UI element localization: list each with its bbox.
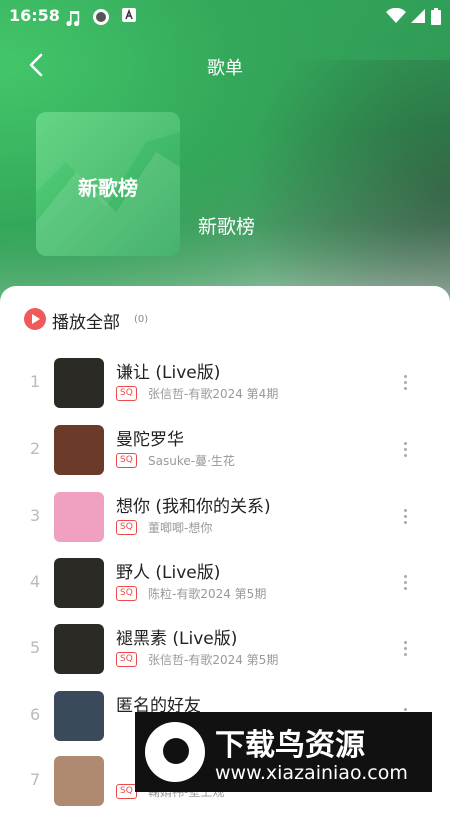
- song-thumbnail: [54, 492, 104, 542]
- cover-title: 新歌榜: [78, 176, 138, 200]
- wifi-icon: [386, 8, 406, 23]
- sq-badge: SQ: [116, 586, 137, 601]
- notification-a-icon: [122, 8, 136, 22]
- song-subtitle: 张信哲-有歌2024 第5期: [148, 653, 279, 667]
- song-thumbnail: [54, 425, 104, 475]
- song-subtitle: 陈粒-有歌2024 第5期: [148, 587, 267, 601]
- bird-logo-icon: [145, 722, 205, 782]
- music-note-icon: [66, 11, 80, 26]
- song-thumbnail: [54, 624, 104, 674]
- song-subtitle: 张信哲-有歌2024 第4期: [148, 387, 279, 401]
- song-thumbnail: [54, 558, 104, 608]
- song-index: 5: [30, 638, 41, 657]
- sq-badge: SQ: [116, 652, 137, 667]
- song-title: 曼陀罗华: [116, 430, 184, 450]
- status-bar: 16:58: [0, 0, 450, 32]
- watermark-title: 下载鸟资源: [215, 728, 365, 763]
- song-index: 1: [30, 372, 41, 391]
- play-all-label: 播放全部: [52, 313, 120, 333]
- song-row[interactable]: 1 谦让 (Live版) SQ 张信哲-有歌2024 第4期: [0, 350, 450, 416]
- sq-badge: SQ: [116, 520, 137, 535]
- status-time: 16:58: [9, 6, 60, 25]
- sq-badge: SQ: [116, 453, 137, 468]
- song-subtitle: 董唧唧-想你: [148, 521, 213, 535]
- signal-icon: [411, 9, 425, 23]
- watermark-banner: 下载鸟资源 www.xiazainiao.com: [135, 712, 432, 792]
- song-thumbnail: [54, 358, 104, 408]
- play-all-count: (0): [134, 314, 149, 325]
- more-options-icon[interactable]: [398, 372, 412, 396]
- playlist-cover: 新歌榜: [36, 112, 180, 256]
- more-options-icon[interactable]: [398, 638, 412, 662]
- song-index: 4: [30, 572, 41, 591]
- song-subtitle: Sasuke-蔓·生花: [148, 454, 235, 468]
- watermark-url: www.xiazainiao.com: [215, 762, 408, 784]
- playlist-name: 新歌榜: [198, 216, 256, 238]
- song-title: 褪黑素 (Live版): [116, 629, 238, 649]
- play-icon: [24, 308, 46, 330]
- page-title: 歌单: [207, 58, 243, 79]
- more-options-icon[interactable]: [398, 506, 412, 530]
- song-row[interactable]: 5 褪黑素 (Live版) SQ 张信哲-有歌2024 第5期: [0, 616, 450, 682]
- song-thumbnail: [54, 756, 104, 806]
- song-index: 6: [30, 705, 41, 724]
- song-row[interactable]: 4 野人 (Live版) SQ 陈粒-有歌2024 第5期: [0, 550, 450, 616]
- song-index: 2: [30, 439, 41, 458]
- song-row[interactable]: 3 想你 (我和你的关系) SQ 董唧唧-想你: [0, 484, 450, 550]
- song-index: 7: [30, 770, 41, 789]
- song-title: 谦让 (Live版): [116, 363, 221, 383]
- battery-icon: [431, 8, 441, 25]
- song-title: 野人 (Live版): [116, 563, 221, 583]
- song-title: 想你 (我和你的关系): [116, 497, 271, 517]
- record-icon: [93, 9, 109, 25]
- sq-badge: SQ: [116, 784, 137, 799]
- sq-badge: SQ: [116, 386, 137, 401]
- more-options-icon[interactable]: [398, 439, 412, 463]
- song-thumbnail: [54, 691, 104, 741]
- song-index: 3: [30, 506, 41, 525]
- song-row[interactable]: 2 曼陀罗华 SQ Sasuke-蔓·生花: [0, 417, 450, 483]
- more-options-icon[interactable]: [398, 572, 412, 596]
